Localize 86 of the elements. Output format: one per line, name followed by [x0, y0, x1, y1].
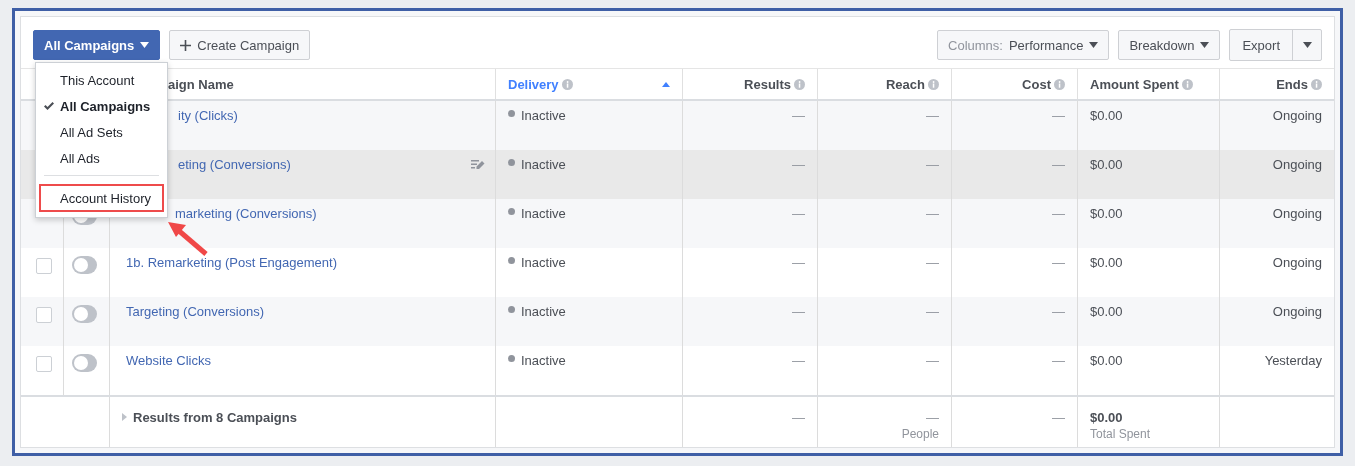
campaign-toggle[interactable] [72, 256, 97, 274]
menu-item[interactable]: All Campaigns [36, 93, 167, 119]
column-header[interactable]: Cost [1022, 76, 1051, 92]
campaign-name-link[interactable]: Website Clicks [126, 353, 211, 368]
campaign-name-link[interactable]: ity (Clicks) [178, 108, 238, 123]
pointer-arrow [166, 220, 208, 256]
columns-dropdown[interactable]: Columns: Performance [937, 30, 1110, 60]
table-cell: — [792, 353, 805, 368]
table-cell: — [1052, 108, 1065, 123]
table-cell: — [792, 410, 805, 425]
table-cell: — [926, 353, 939, 368]
campaign-name-link[interactable]: marketing (Conversions) [175, 206, 317, 221]
status-dot [508, 355, 515, 362]
plus-icon [180, 39, 192, 51]
delivery-status: Inactive [521, 255, 566, 270]
campaign-name-link[interactable]: Targeting (Conversions) [126, 304, 264, 319]
column-header[interactable]: Results [744, 76, 791, 92]
sort-icon [662, 81, 670, 87]
table-cell: $0.00 [1090, 157, 1123, 172]
row-checkbox[interactable] [36, 307, 52, 323]
table-cell: $0.00 [1090, 206, 1123, 221]
expand-icon[interactable] [122, 413, 127, 421]
create-campaign-button[interactable]: Create Campaign [169, 30, 311, 60]
table-cell: $0.00 [1090, 255, 1123, 270]
total-label: Total Spent [1090, 427, 1151, 441]
table-cell: Ongoing [1272, 304, 1322, 319]
column-header[interactable]: Reach [885, 76, 925, 92]
table-cell: — [1052, 353, 1065, 368]
table-cell: Ongoing [1272, 206, 1322, 221]
results-summary: Results from 8 Campaigns [133, 410, 297, 425]
delivery-status: Inactive [521, 157, 566, 172]
status-dot [508, 159, 515, 166]
status-dot [508, 208, 515, 215]
delivery-status: Inactive [521, 353, 566, 368]
delivery-status: Inactive [521, 108, 566, 123]
table-cell: — [926, 206, 939, 221]
breakdown-dropdown[interactable]: Breakdown [1118, 30, 1221, 60]
status-dot [508, 257, 515, 264]
row-checkbox[interactable] [36, 258, 52, 274]
delivery-status: Inactive [521, 304, 566, 319]
table-cell: — [1052, 157, 1065, 172]
table-cell: — [926, 108, 939, 123]
column-header[interactable]: Ends [1276, 76, 1308, 92]
table-cell: — [792, 304, 805, 319]
column-header[interactable]: aign Name [168, 76, 234, 92]
campaign-toggle[interactable] [72, 354, 97, 372]
caret-icon [1200, 42, 1210, 48]
level-dropdown[interactable]: All Campaigns [33, 30, 161, 60]
table-cell: $0.00 [1090, 353, 1123, 368]
table-cell: — [792, 255, 805, 270]
table-cell: — [792, 157, 805, 172]
campaign-name-link[interactable]: eting (Conversions) [178, 157, 291, 172]
row-checkbox[interactable] [36, 356, 52, 372]
campaign-toggle[interactable] [72, 305, 97, 323]
table-cell: $0.00 [1090, 304, 1123, 319]
status-dot [508, 110, 515, 117]
table-cell: $0.00 [1090, 108, 1123, 123]
column-header[interactable]: Delivery [508, 76, 559, 92]
table-cell: — [1052, 206, 1065, 221]
table-cell: — [792, 108, 805, 123]
edit-icon[interactable] [471, 159, 485, 171]
table-cell: — [926, 255, 939, 270]
status-dot [508, 306, 515, 313]
reach-unit: People [901, 427, 939, 441]
table-cell: — [1052, 410, 1065, 425]
menu-item[interactable]: Account History [39, 184, 164, 212]
delivery-status: Inactive [521, 206, 566, 221]
campaign-name-link[interactable]: 1b. Remarketing (Post Engagement) [126, 255, 337, 270]
caret-icon [1302, 42, 1312, 48]
table-cell: Ongoing [1272, 157, 1322, 172]
menu-item[interactable]: This Account [36, 67, 167, 93]
table-cell: — [926, 410, 939, 425]
table-cell: — [926, 157, 939, 172]
table-cell: Ongoing [1272, 255, 1322, 270]
table-cell: Yesterday [1264, 353, 1322, 368]
table-cell: — [1052, 304, 1065, 319]
caret-icon [140, 42, 150, 48]
table-cell: — [1052, 255, 1065, 270]
table-cell: — [926, 304, 939, 319]
menu-item[interactable]: All Ad Sets [36, 119, 167, 145]
column-header[interactable]: Amount Spent [1090, 76, 1179, 92]
total-amount: $0.00 [1090, 410, 1123, 425]
caret-icon [1089, 42, 1099, 48]
table-cell: — [792, 206, 805, 221]
menu-item[interactable]: All Ads [36, 145, 167, 171]
table-cell: Ongoing [1272, 108, 1322, 123]
